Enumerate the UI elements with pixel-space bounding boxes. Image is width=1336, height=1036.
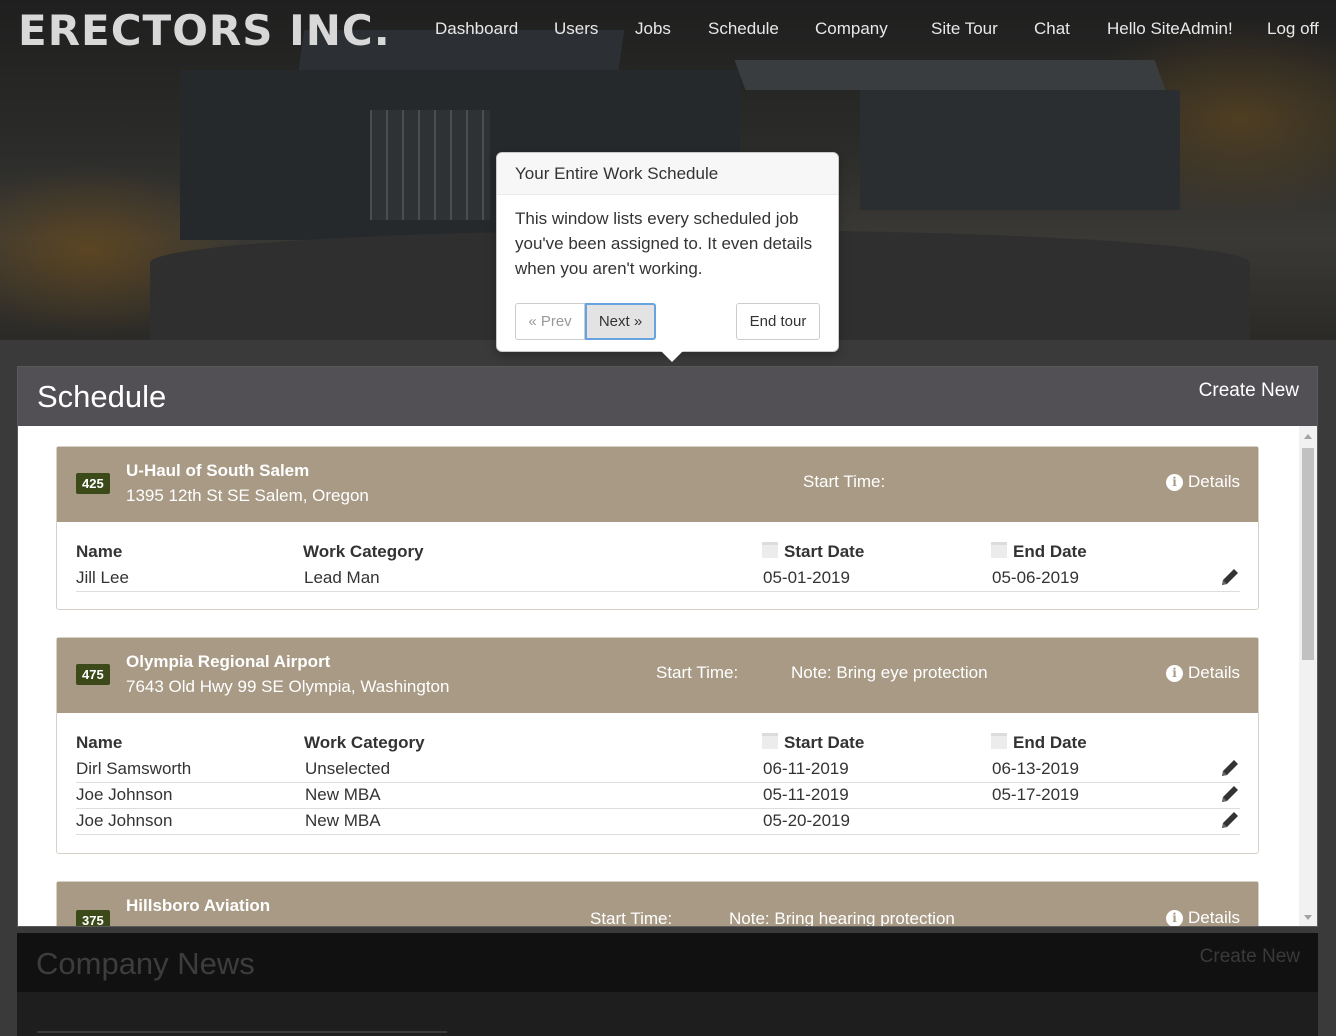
top-nav: Dashboard Users Jobs Schedule Company Si… [0,19,1336,41]
building-wing [860,90,1180,210]
end-tour-button[interactable]: End tour [736,303,820,340]
job-number-badge: 375 [76,910,110,926]
job-number-badge: 475 [76,664,110,685]
table-row: Joe Johnson New MBA 05-11-2019 05-17-201… [76,783,1240,809]
news-header: Company News Create New [17,933,1318,992]
edit-pencil-icon[interactable] [1220,566,1240,588]
schedule-scrollbar[interactable] [1299,426,1317,926]
col-name: Name [76,733,123,752]
schedule-list[interactable]: 425 U-Haul of South Salem 1395 12th St S… [18,426,1299,927]
details-link[interactable]: i Details [1166,908,1240,927]
details-link[interactable]: i Details [1166,472,1240,492]
edit-pencil-icon[interactable] [1220,809,1240,831]
scroll-down-arrow[interactable] [1304,915,1312,920]
cell-category: New MBA [305,785,381,804]
nav-user-greeting[interactable]: Hello SiteAdmin! [1107,19,1233,39]
job-note: Note: Bring hearing protection [729,909,955,927]
building-windows [370,110,490,220]
site-tour-popover: Your Entire Work Schedule This window li… [496,152,839,362]
cell-name: Joe Johnson [76,785,173,804]
cell-name: Joe Johnson [76,811,173,830]
start-time-label: Start Time: [590,909,673,927]
calendar-icon [762,733,778,749]
nav-site-tour[interactable]: Site Tour [931,19,998,39]
calendar-icon [991,542,1007,558]
tour-body: This window lists every scheduled job yo… [515,209,813,278]
cell-start: 05-11-2019 [763,785,849,804]
details-label: Details [1188,663,1240,682]
nav-schedule[interactable]: Schedule [708,19,779,39]
col-start-date[interactable]: Start Date [762,542,864,562]
job-name: Hillsboro Aviation [126,896,271,915]
job-header: 425 U-Haul of South Salem 1395 12th St S… [57,447,1258,522]
schedule-panel: Schedule Create New 425 U-Haul of South … [17,366,1318,927]
nav-dashboard[interactable]: Dashboard [435,19,518,39]
tour-next-button[interactable]: Next » [585,303,656,340]
col-end-date[interactable]: End Date [991,733,1087,753]
news-create-new-button[interactable]: Create New [1200,946,1300,968]
cell-name: Dirl Samsworth [76,759,192,778]
info-icon: i [1166,910,1184,926]
nav-company[interactable]: Company [815,19,888,39]
schedule-title: Schedule [37,379,167,414]
details-label: Details [1188,908,1240,927]
details-label: Details [1188,472,1240,491]
edit-pencil-icon[interactable] [1220,783,1240,805]
nav-chat[interactable]: Chat [1034,19,1070,39]
col-work-category: Work Category [303,542,424,561]
job-note: Note: Bring eye protection [791,663,988,682]
cell-category: Lead Man [304,568,380,587]
job-card: 475 Olympia Regional Airport 7643 Old Hw… [56,637,1259,854]
job-name: U-Haul of South Salem [126,461,310,480]
scroll-up-arrow[interactable] [1304,434,1312,439]
cell-name: Jill Lee [76,568,129,587]
col-name: Name [76,542,123,561]
scrollbar-thumb[interactable] [1302,448,1314,660]
cell-start: 06-11-2019 [763,759,849,778]
table-row: Jill Lee Lead Man 05-01-2019 05-06-2019 [76,566,1240,592]
company-news-panel: Company News Create New [17,933,1318,1036]
start-time-label: Start Time: [803,472,886,491]
info-icon: i [1166,474,1184,491]
cell-start: 05-20-2019 [763,811,850,830]
start-time-label: Start Time: [656,663,739,682]
col-end-date[interactable]: End Date [991,542,1087,562]
cell-end: 06-13-2019 [992,759,1079,778]
job-card: 425 U-Haul of South Salem 1395 12th St S… [56,446,1259,610]
tour-prev-button[interactable]: « Prev [515,303,585,340]
news-title: Company News [36,946,255,981]
cell-end: 05-06-2019 [992,568,1079,587]
table-row: Joe Johnson New MBA 05-20-2019 [76,809,1240,835]
edit-pencil-icon[interactable] [1220,757,1240,779]
nav-jobs[interactable]: Jobs [635,19,671,39]
job-card: 375 Hillsboro Aviation Start Time: Note:… [56,881,1259,927]
nav-users[interactable]: Users [554,19,598,39]
schedule-header: Schedule Create New [18,367,1317,426]
create-new-button[interactable]: Create New [1199,380,1299,402]
job-name: Olympia Regional Airport [126,652,331,671]
building-canopy [734,60,1166,90]
cell-category: New MBA [305,811,381,830]
cell-end: 05-17-2019 [992,785,1079,804]
calendar-icon [762,542,778,558]
cell-start: 05-01-2019 [763,568,850,587]
job-header: 475 Olympia Regional Airport 7643 Old Hw… [57,638,1258,713]
job-number-badge: 425 [76,473,110,494]
cell-category: Unselected [305,759,391,778]
nav-log-off[interactable]: Log off [1267,19,1319,39]
col-start-date[interactable]: Start Date [762,733,864,753]
job-address: 1395 12th St SE Salem, Oregon [126,486,369,505]
col-work-category: Work Category [304,733,425,752]
info-icon: i [1166,665,1184,682]
details-link[interactable]: i Details [1166,663,1240,683]
job-address: 7643 Old Hwy 99 SE Olympia, Washington [126,677,450,696]
tour-title: Your Entire Work Schedule [497,153,838,195]
job-header: 375 Hillsboro Aviation Start Time: Note:… [57,882,1258,927]
calendar-icon [991,733,1007,749]
table-row: Dirl Samsworth Unselected 06-11-2019 06-… [76,757,1240,783]
news-divider [37,1031,447,1033]
